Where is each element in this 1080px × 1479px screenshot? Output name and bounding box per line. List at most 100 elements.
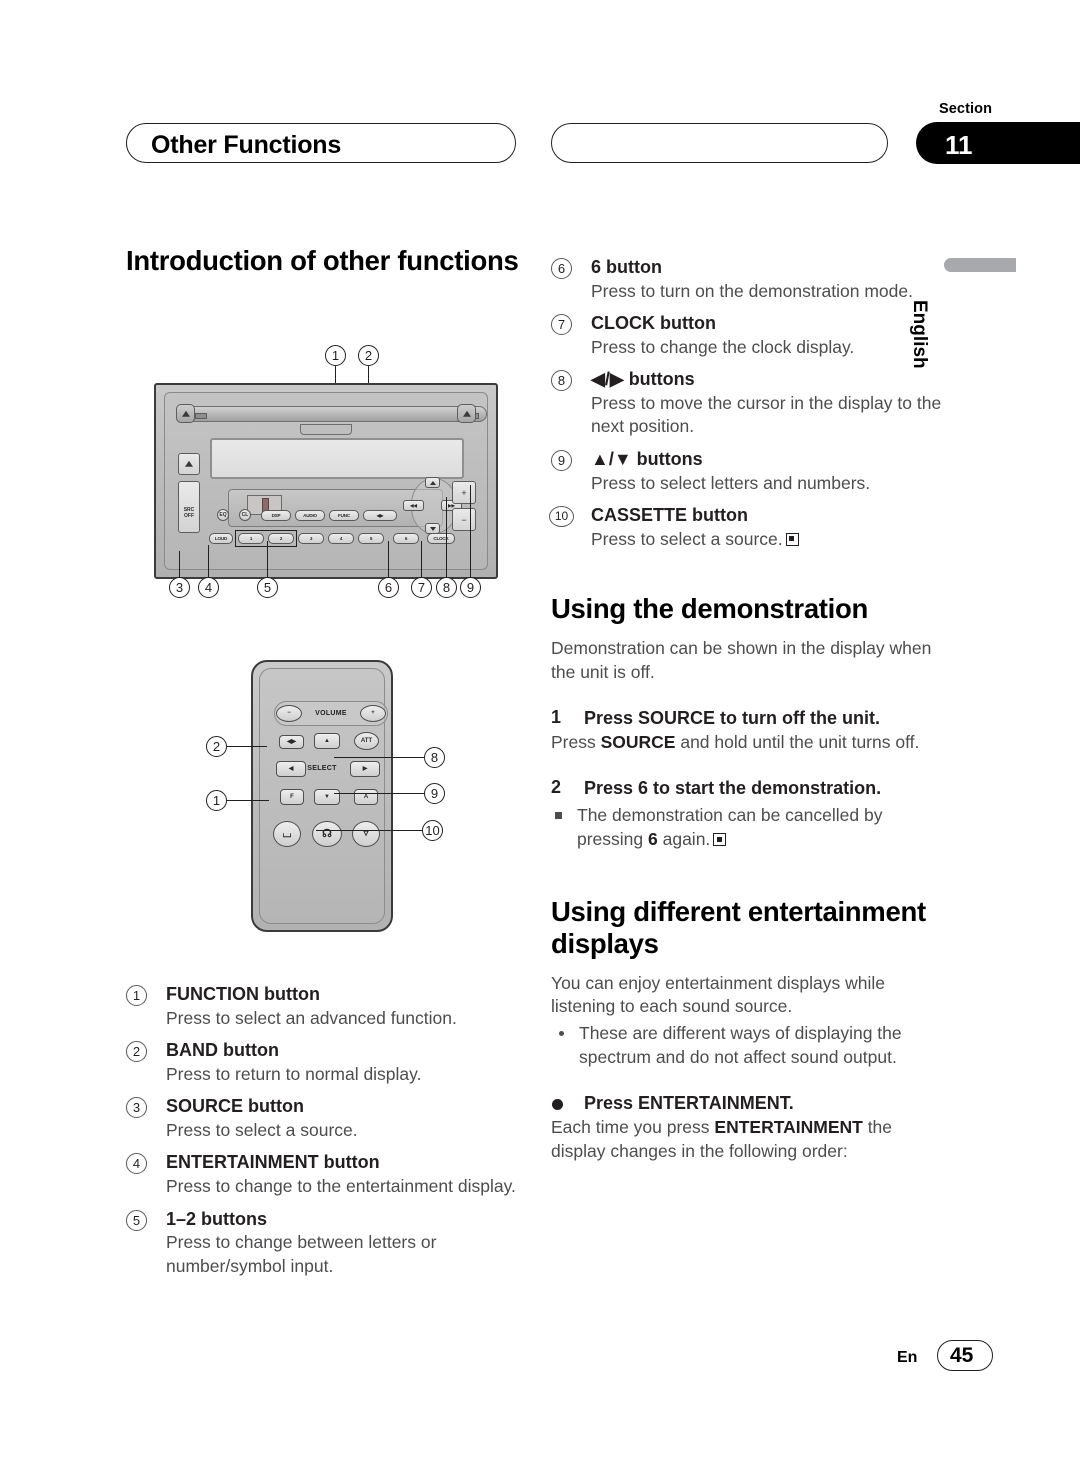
remote-leader-9 xyxy=(334,793,424,794)
item-desc: Press to select an advanced function. xyxy=(166,1007,457,1028)
remote-audio-button[interactable]: A xyxy=(354,789,378,805)
remote-callout-9: 9 xyxy=(424,783,445,804)
cassette-eject-button[interactable] xyxy=(178,453,200,475)
remote-power-button[interactable]: ⌴ xyxy=(273,821,301,847)
item-term: SOURCE button xyxy=(166,1096,304,1117)
remote-control-diagram: VOLUME − + ◀▶ ▲ ATT ◀ SELECT ▶ F ▼ A ⌴ ☊… xyxy=(196,645,486,945)
step-number: 2 xyxy=(551,776,562,797)
list-item: 7 CLOCK button Press to change the clock… xyxy=(551,312,951,359)
eject-right-button[interactable] xyxy=(457,404,476,423)
item-term: FUNCTION button xyxy=(166,984,320,1004)
source-off-button[interactable]: SRC OFF xyxy=(178,481,200,533)
audio-button[interactable]: AUDIO xyxy=(295,510,325,521)
list-item: 5 1–2 buttons Press to change between le… xyxy=(126,1208,546,1279)
leader-line-9 xyxy=(470,485,471,577)
section-label: Section xyxy=(939,101,993,117)
callout-5: 5 xyxy=(257,577,278,598)
remote-down-button[interactable]: ▼ xyxy=(314,789,340,805)
item-desc: Press to turn on the demonstration mode. xyxy=(591,280,913,301)
remote-volume-down-button[interactable]: − xyxy=(276,705,302,722)
remote-up-button[interactable]: ▲ xyxy=(314,733,340,749)
cd-slot xyxy=(187,406,487,422)
entertainment-step-heading: Press ENTERTAINMENT. xyxy=(584,1092,794,1113)
dsp-button[interactable]: DSP xyxy=(261,510,291,521)
leader-line-3 xyxy=(179,551,180,577)
item-term: 1–2 buttons xyxy=(166,1208,268,1229)
callout-3: 3 xyxy=(169,577,190,598)
item-term: ▲/▼ buttons xyxy=(591,449,703,469)
note-text-bold: 6 xyxy=(648,829,658,850)
step-number: 1 xyxy=(551,706,562,727)
item-desc: Press to change the clock display. xyxy=(591,336,855,357)
pad-down-button[interactable] xyxy=(425,523,440,534)
entertainment-intro: You can enjoy entertainment displays whi… xyxy=(551,972,886,1017)
volume-down-button[interactable]: − xyxy=(452,508,476,531)
preset-5-button[interactable]: 5 xyxy=(358,533,384,544)
item-number: 3 xyxy=(126,1097,147,1119)
remote-band-button[interactable]: ◀▶ xyxy=(279,735,304,749)
eject-left-button[interactable] xyxy=(176,404,195,423)
remote-function-button[interactable]: F xyxy=(280,789,304,805)
remote-att-button[interactable]: ATT xyxy=(354,732,379,750)
minus-icon: − xyxy=(461,514,467,525)
clock-small-button[interactable]: CL xyxy=(239,509,251,521)
remote-callout-10: 10 xyxy=(422,820,443,841)
callout-6: 6 xyxy=(378,577,399,598)
step-body-bold: SOURCE xyxy=(600,732,676,753)
item-term: CASSETTE button xyxy=(591,505,748,526)
list-item: 1 FUNCTION button Press to select an adv… xyxy=(126,983,546,1030)
dot-bullet-icon xyxy=(559,1031,564,1037)
square-bullet-icon xyxy=(555,812,562,820)
step-body-b: and hold until the unit turns off. xyxy=(675,732,920,753)
list-item: 10 CASSETTE button Press to select a sou… xyxy=(549,504,951,551)
callout-1: 1 xyxy=(325,345,346,366)
step-body: Press SOURCE and hold until the unit tur… xyxy=(551,731,951,755)
step-heading: Press SOURCE to turn off the unit. xyxy=(584,707,881,728)
eq-button[interactable]: EQ xyxy=(217,509,229,521)
leader-line-5 xyxy=(267,541,268,577)
remote-callout-1: 1 xyxy=(206,790,227,811)
item-number: 1 xyxy=(126,985,147,1006)
head-unit-diagram: 1 2 SRC OFF EQ CL DSP AUDIO FUNC ◀▶ LOUD … xyxy=(150,345,510,610)
remote-right-button[interactable]: ▶ xyxy=(350,761,380,777)
entertainment-step-body: Each time you press ENTERTAINMENT the di… xyxy=(551,1116,951,1164)
item-desc: Press to select a source. xyxy=(166,1119,358,1140)
preset-3-button[interactable]: 3 xyxy=(298,533,324,544)
triangle-down-icon xyxy=(429,527,436,531)
list-item: 4 ENTERTAINMENT button Press to change t… xyxy=(126,1151,546,1198)
volume-up-button[interactable]: + xyxy=(452,481,476,504)
demo-step-2-note: The demonstration can be cancelled by pr… xyxy=(551,804,951,852)
leader-line-8 xyxy=(446,497,447,577)
step-heading: Press 6 to start the demonstration. xyxy=(584,777,882,798)
remote-callout-8: 8 xyxy=(424,747,445,768)
face-release-tab xyxy=(300,424,352,435)
source-off-label: SRC OFF xyxy=(183,507,195,519)
remote-leader-1 xyxy=(227,800,269,801)
language-code: En xyxy=(897,1349,918,1366)
pad-up-button[interactable] xyxy=(425,477,440,488)
list-item: 2 BAND button Press to return to normal … xyxy=(126,1039,546,1086)
item-desc-text: Press to select a source. xyxy=(591,528,783,549)
item-desc: Press to change to the entertainment dis… xyxy=(166,1175,516,1196)
callout-9: 9 xyxy=(460,577,481,598)
list-item: 9 ▲/▼ buttons Press to select letters an… xyxy=(551,448,951,495)
triangle-up-icon xyxy=(185,460,193,467)
demo-section: Using the demonstration Demonstration ca… xyxy=(551,593,951,852)
list-item: 6 6 button Press to turn on the demonstr… xyxy=(551,256,951,303)
remote-volume-up-button[interactable]: + xyxy=(360,705,386,722)
pad-prev-button[interactable]: ◀◀ xyxy=(403,500,424,511)
remote-leader-10 xyxy=(316,830,422,831)
loud-button[interactable]: LOUD xyxy=(209,533,233,544)
list-item: 8 ◀/▶ buttons Press to move the cursor i… xyxy=(551,368,951,439)
remote-eject-button[interactable]: ▿ xyxy=(352,821,380,847)
remote-inner-panel: VOLUME − + ◀▶ ▲ ATT ◀ SELECT ▶ F ▼ A ⌴ ☊… xyxy=(259,668,388,924)
item-number: 5 xyxy=(126,1209,147,1231)
left-button-list: 1 FUNCTION button Press to select an adv… xyxy=(126,983,546,1287)
preset-4-button[interactable]: 4 xyxy=(328,533,354,544)
func-button[interactable]: FUNC xyxy=(329,510,359,521)
leader-line-6 xyxy=(388,541,389,577)
triangle-up-icon xyxy=(181,410,190,417)
item-number: 6 xyxy=(551,258,572,279)
remote-cassette-button[interactable]: ☊ xyxy=(312,821,342,847)
cursor-arrows-button[interactable]: ◀▶ xyxy=(363,510,397,521)
